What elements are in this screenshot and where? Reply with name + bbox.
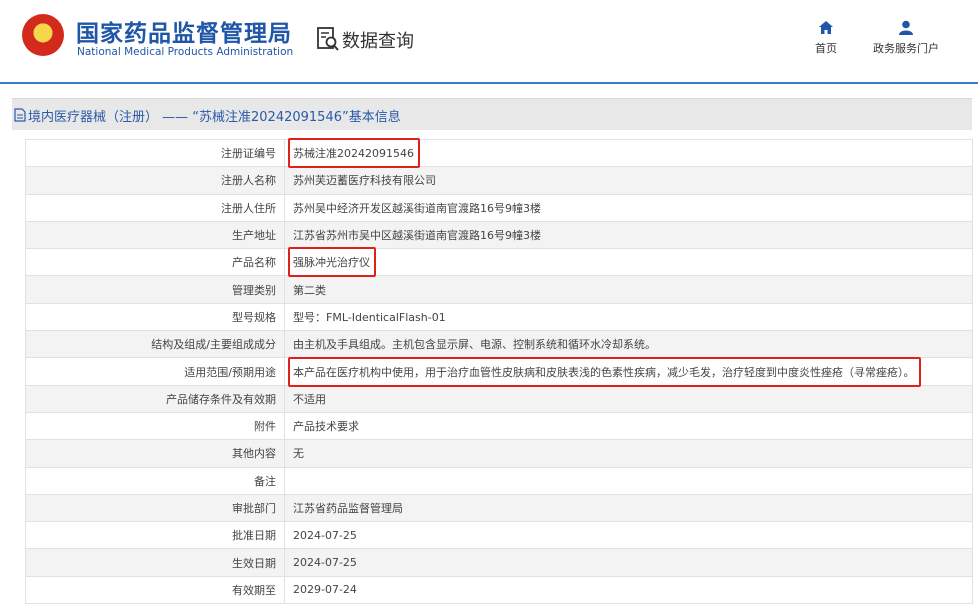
detail-panel: 注册证编号 苏械注准20242091546 注册人名称 苏州芙迈蓄医疗科技有限公司 注册… (12, 130, 973, 608)
highlighted-value: 本产品在医疗机构中使用，用于治疗血管性皮肤病和皮肤表浅的色素性疾病，减少毛发，治… (288, 356, 920, 387)
table-row: 管理类别 第二类 (25, 275, 973, 304)
field-label: 适用范围/预期用途 (25, 357, 285, 386)
user-icon (899, 20, 913, 35)
field-value: 2029-07-24 (284, 575, 973, 605)
table-row: 注册人住所 苏州吴中经济开发区越溪街道南官渡路16号9幢3楼 (25, 193, 973, 222)
field-label: 其他内容 (25, 439, 285, 468)
field-value: 第二类 (284, 275, 973, 304)
field-value: 江苏省药品监督管理局 (284, 493, 973, 523)
field-label: 审批部门 (25, 493, 285, 523)
home-icon (819, 21, 833, 34)
table-row: 其他内容无 (25, 439, 973, 468)
table-row: 生效日期 2024-07-25 (25, 548, 973, 577)
header-divider (0, 82, 978, 84)
field-label: 备注 (25, 466, 285, 495)
table-row: 批准日期 2024-07-25 (25, 521, 973, 550)
field-label: 产品名称 (25, 248, 285, 277)
field-label: 结构及组成/主要组成成分 (25, 330, 285, 359)
field-label: 生产地址 (25, 220, 285, 250)
agency-name-en[interactable]: National Medical Products Administration (77, 46, 293, 58)
field-label: 型号规格 (25, 302, 285, 332)
table-row: 有效期至 2029-07-24 (25, 575, 973, 605)
table-row: 产品名称 强脉冲光治疗仪 (25, 247, 973, 278)
page-title: 数据查询 (342, 31, 414, 52)
nav-home[interactable]: 首页 (808, 20, 844, 56)
nav-home-label: 首页 (815, 42, 837, 55)
field-label: 附件 (25, 411, 285, 441)
field-label: 注册证编号 (25, 138, 285, 168)
field-label: 注册人名称 (25, 166, 285, 195)
field-value: 本产品在医疗机构中使用，用于治疗血管性皮肤病和皮肤表浅的色素性疾病，减少毛发，治… (284, 356, 973, 387)
field-label: 产品储存条件及有效期 (25, 384, 285, 413)
field-value: 无 (284, 439, 973, 468)
field-label: 管理类别 (25, 275, 285, 304)
site-header: ★ 国家药品监督管理局 National Medical Products Ad… (0, 0, 978, 82)
table-row: 适用范围/预期用途 本产品在医疗机构中使用，用于治疗血管性皮肤病和皮肤表浅的色素性… (25, 356, 973, 387)
table-row: 结构及组成/主要组成成分 由主机及手具组成。主机包含显示屏、电源、控制系统和循环水… (25, 330, 973, 359)
field-value: 2024-07-25 (284, 521, 973, 550)
document-icon (14, 108, 26, 122)
highlighted-value: 苏械注准20242091546 (288, 138, 420, 169)
field-value: 苏械注准20242091546 (284, 138, 973, 169)
table-row: 注册证编号 苏械注准20242091546 (25, 138, 973, 169)
highlighted-value: 强脉冲光治疗仪 (288, 247, 376, 278)
field-value: 2024-07-25 (284, 548, 973, 577)
table-row: 型号规格 型号：FML-IdenticalFlash-01 (25, 302, 973, 332)
field-value: 强脉冲光治疗仪 (284, 247, 973, 278)
data-query-icon (317, 27, 339, 51)
field-value: 产品技术要求 (284, 411, 973, 441)
table-row: 备注 (25, 466, 973, 495)
field-label: 生效日期 (25, 548, 285, 577)
table-row: 注册人名称 苏州芙迈蓄医疗科技有限公司 (25, 166, 973, 195)
nav-portal-label: 政务服务门户 (873, 42, 939, 55)
nav-service-portal[interactable]: 政务服务门户 (868, 20, 944, 56)
table-row: 附件 产品技术要求 (25, 411, 973, 441)
device-info-table: 注册证编号 苏械注准20242091546 注册人名称 苏州芙迈蓄医疗科技有限公司 注册… (25, 138, 973, 605)
table-row: 审批部门 江苏省药品监督管理局 (25, 493, 973, 523)
table-row: 生产地址 江苏省苏州市吴中区越溪街道南官渡路16号9幢3楼 (25, 220, 973, 250)
agency-name-cn[interactable]: 国家药品监督管理局 (76, 14, 292, 48)
national-emblem-logo: ★ (22, 14, 64, 56)
field-value: 江苏省苏州市吴中区越溪街道南官渡路16号9幢3楼 (284, 220, 973, 250)
field-value (284, 466, 973, 495)
field-label: 注册人住所 (25, 193, 285, 222)
field-value: 不适用 (284, 384, 973, 413)
field-value: 苏州吴中经济开发区越溪街道南官渡路16号9幢3楼 (284, 193, 973, 222)
field-value: 苏州芙迈蓄医疗科技有限公司 (284, 166, 973, 195)
breadcrumb: 境内医疗器械（注册） —— “苏械注准20242091546”基本信息 (28, 110, 401, 125)
field-value: 型号：FML-IdenticalFlash-01 (284, 302, 973, 332)
field-label: 有效期至 (25, 575, 285, 605)
field-value: 由主机及手具组成。主机包含显示屏、电源、控制系统和循环水冷却系统。 (284, 330, 973, 359)
field-label: 批准日期 (25, 521, 285, 550)
table-row: 产品储存条件及有效期 不适用 (25, 384, 973, 413)
